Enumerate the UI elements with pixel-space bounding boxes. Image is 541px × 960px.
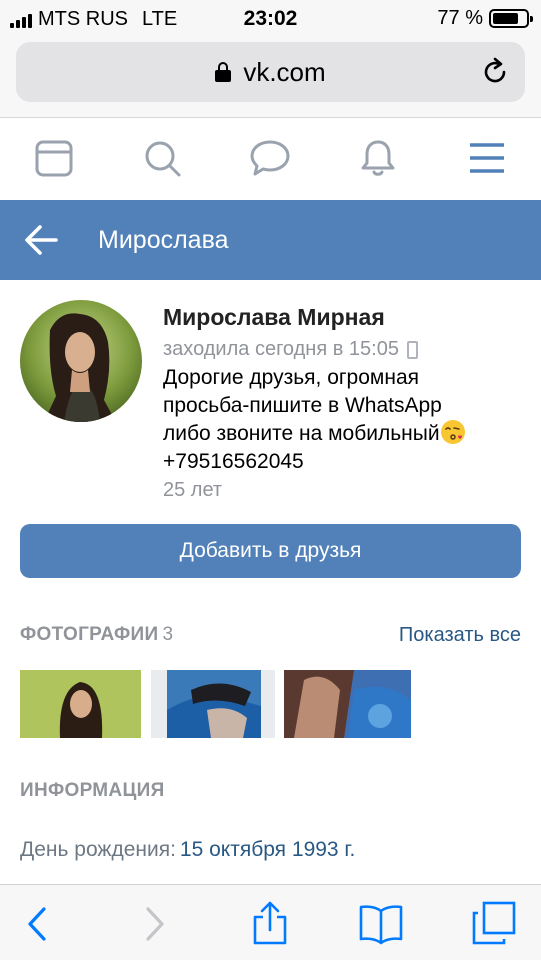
vk-navigation <box>0 118 541 200</box>
messages-icon[interactable] <box>250 138 290 178</box>
avatar[interactable] <box>20 300 142 422</box>
photo-thumbnail[interactable] <box>151 670 275 738</box>
url-display[interactable]: vk.com <box>16 57 525 88</box>
lock-icon <box>215 62 232 82</box>
battery-percent: 77 % <box>437 7 483 29</box>
tabs-icon[interactable] <box>470 901 516 947</box>
address-bar[interactable]: vk.com <box>16 42 525 102</box>
status-line-1: Дорогие друзья, огромная <box>163 366 419 389</box>
share-icon[interactable] <box>247 901 293 947</box>
battery-icon <box>489 9 533 28</box>
status-line-3: либо звоните на мобильный <box>163 422 440 445</box>
profile-age: 25 лет <box>163 479 223 501</box>
url-text: vk.com <box>243 57 326 87</box>
search-icon[interactable] <box>142 138 182 178</box>
back-arrow-icon[interactable] <box>24 224 58 256</box>
mobile-phone-icon <box>406 340 418 359</box>
status-phone: +79516562045 <box>163 449 304 473</box>
status-bar-right: 77 % <box>437 7 533 30</box>
info-section-title: ИНФОРМАЦИЯ <box>20 780 165 801</box>
profile-status: Дорогие друзья, огромная просьба-пишите … <box>163 364 523 475</box>
status-bar: MTS RUS LTE 23:02 77 % <box>0 0 541 36</box>
add-friend-button[interactable]: Добавить в друзья <box>20 524 521 578</box>
show-all-photos-link[interactable]: Показать все <box>399 624 521 647</box>
kiss-emoji-icon <box>440 420 465 444</box>
photo-thumbnail[interactable] <box>284 670 411 738</box>
last-seen: заходила сегодня в 15:05 <box>163 338 418 361</box>
photos-section-title: ФОТОГРАФИИ 3 <box>20 624 173 646</box>
status-line-2: просьба-пишите в WhatsApp <box>163 393 442 417</box>
browser-address-area: vk.com <box>0 36 541 118</box>
back-icon[interactable] <box>14 901 60 947</box>
birthday-row: День рождения: 15 октября 1993 г. <box>20 838 355 862</box>
birthday-value[interactable]: 15 октября 1993 г. <box>180 838 355 861</box>
birthday-label: День рождения: <box>20 838 176 861</box>
photos-count: 3 <box>162 624 174 645</box>
profile-name: Мирослава Мирная <box>163 304 385 330</box>
photo-thumbnail[interactable] <box>20 670 141 738</box>
notifications-icon[interactable] <box>358 138 398 178</box>
page-header: Мирослава <box>0 200 541 280</box>
page: MTS RUS LTE 23:02 77 % vk.com Мирослава … <box>0 0 541 960</box>
forward-icon[interactable] <box>132 901 178 947</box>
page-title: Мирослава <box>98 226 229 254</box>
menu-icon[interactable] <box>467 138 507 178</box>
reload-icon[interactable] <box>479 56 511 88</box>
news-icon[interactable] <box>34 138 74 178</box>
bookmarks-icon[interactable] <box>358 901 404 947</box>
photos-title: ФОТОГРАФИИ <box>20 624 159 645</box>
last-seen-text: заходила сегодня в 15:05 <box>163 338 399 360</box>
browser-toolbar <box>0 884 541 960</box>
